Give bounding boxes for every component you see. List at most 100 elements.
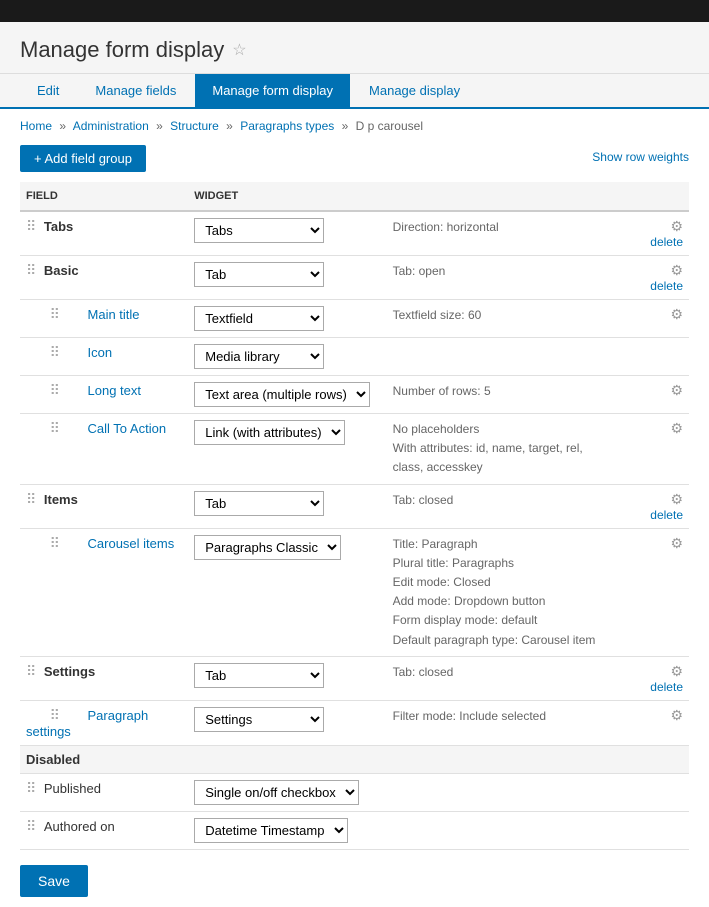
gear-icon[interactable]: ⚙	[670, 420, 683, 436]
table-header-row: FIELD WIDGET	[20, 182, 689, 211]
field-info: Number of rows: 5	[393, 384, 491, 398]
table-row: ⠿ Items Tab Tab: closed ⚙ delete	[20, 484, 689, 528]
tab-manage-form-display[interactable]: Manage form display	[195, 74, 350, 107]
tab-manage-fields[interactable]: Manage fields	[78, 74, 193, 107]
breadcrumb-current: D p carousel	[356, 119, 423, 133]
widget-select-basic[interactable]: Tab	[194, 262, 324, 287]
delete-link[interactable]: delete	[650, 279, 683, 293]
gear-icon[interactable]: ⚙	[670, 306, 683, 322]
drag-handle-icon[interactable]: ⠿	[50, 707, 60, 723]
table-row: ⠿ Settings Tab Tab: closed ⚙ delete	[20, 656, 689, 700]
field-info: Title: ParagraphPlural title: Paragraphs…	[393, 537, 596, 647]
top-bar	[0, 0, 709, 22]
tabs-nav: Edit Manage fields Manage form display M…	[0, 74, 709, 109]
content: Home » Administration » Structure » Para…	[0, 109, 709, 907]
table-row: ⠿ Icon Media library	[20, 338, 689, 376]
show-row-weights-link[interactable]: Show row weights	[592, 150, 689, 164]
field-info: Direction: horizontal	[393, 220, 499, 234]
delete-link[interactable]: delete	[650, 235, 683, 249]
gear-icon[interactable]: ⚙	[670, 535, 683, 551]
field-name: Published	[44, 781, 101, 796]
field-name: Main title	[68, 307, 140, 322]
field-name: Long text	[68, 383, 142, 398]
field-name: Icon	[68, 345, 113, 360]
field-info: Tab: open	[393, 264, 446, 278]
add-field-group-button[interactable]: Add field group	[20, 145, 146, 172]
field-name: Items	[44, 492, 78, 507]
drag-handle-icon[interactable]: ⠿	[50, 344, 60, 360]
disabled-section-row: Disabled	[20, 745, 689, 773]
toolbar-area: Add field group Show row weights	[20, 145, 689, 172]
tab-manage-display[interactable]: Manage display	[352, 74, 477, 107]
field-info: Tab: closed	[393, 665, 454, 679]
drag-handle-icon[interactable]: ⠿	[26, 491, 36, 507]
widget-select-icon[interactable]: Media library	[194, 344, 324, 369]
widget-select-main-title[interactable]: Textfield	[194, 306, 324, 331]
col-widget: WIDGET	[188, 182, 386, 211]
drag-handle-icon[interactable]: ⠿	[50, 382, 60, 398]
field-name: Paragraphsettings	[26, 708, 148, 739]
action-container: ⚙ delete	[628, 262, 683, 293]
drag-handle-icon[interactable]: ⠿	[26, 218, 36, 234]
widget-select-call-to-action[interactable]: Link (with attributes)	[194, 420, 345, 445]
field-name: Call To Action	[68, 421, 167, 436]
delete-link[interactable]: delete	[650, 508, 683, 522]
widget-select-authored-on[interactable]: Datetime Timestamp	[194, 818, 348, 843]
action-container: ⚙ delete	[628, 491, 683, 522]
page-title: Manage form display ☆	[20, 37, 689, 63]
widget-select-items[interactable]: Tab	[194, 491, 324, 516]
breadcrumb-home[interactable]: Home	[20, 119, 52, 133]
table-row: ⠿ Paragraphsettings Settings Filter mode…	[20, 700, 689, 745]
table-row: ⠿ Authored on Datetime Timestamp	[20, 811, 689, 849]
widget-select-carousel-items[interactable]: Paragraphs Classic	[194, 535, 341, 560]
table-row: ⠿ Carousel items Paragraphs Classic Titl…	[20, 528, 689, 656]
gear-icon[interactable]: ⚙	[670, 382, 683, 398]
breadcrumb-structure[interactable]: Structure	[170, 119, 219, 133]
save-button[interactable]: Save	[20, 865, 88, 897]
widget-select-paragraph-settings[interactable]: Settings	[194, 707, 324, 732]
table-row: ⠿ Main title Textfield Textfield size: 6…	[20, 300, 689, 338]
breadcrumb-administration[interactable]: Administration	[73, 119, 149, 133]
field-info: Filter mode: Include selected	[393, 709, 546, 723]
favorite-icon[interactable]: ☆	[232, 40, 246, 60]
table-row: ⠿ Tabs Tabs Direction: horizontal ⚙ dele…	[20, 211, 689, 256]
table-row: ⠿ Published Single on/off checkbox	[20, 773, 689, 811]
drag-handle-icon[interactable]: ⠿	[26, 262, 36, 278]
breadcrumb-paragraphs-types[interactable]: Paragraphs types	[240, 119, 334, 133]
drag-handle-icon[interactable]: ⠿	[50, 306, 60, 322]
delete-link[interactable]: delete	[650, 680, 683, 694]
gear-icon[interactable]: ⚙	[670, 663, 683, 680]
disabled-label: Disabled	[20, 745, 689, 773]
drag-handle-icon[interactable]: ⠿	[26, 663, 36, 679]
table-row: ⠿ Basic Tab Tab: open ⚙ delete	[20, 256, 689, 300]
table-row: ⠿ Call To Action Link (with attributes) …	[20, 414, 689, 485]
widget-select-long-text[interactable]: Text area (multiple rows)	[194, 382, 370, 407]
col-info	[387, 182, 623, 211]
widget-select-published[interactable]: Single on/off checkbox	[194, 780, 359, 805]
field-info: Tab: closed	[393, 493, 454, 507]
table-row: ⠿ Long text Text area (multiple rows) Nu…	[20, 376, 689, 414]
breadcrumb: Home » Administration » Structure » Para…	[20, 119, 689, 133]
drag-handle-icon[interactable]: ⠿	[26, 818, 36, 834]
gear-icon[interactable]: ⚙	[670, 707, 683, 723]
widget-select-tabs[interactable]: Tabs	[194, 218, 324, 243]
field-name: Settings	[44, 664, 95, 679]
field-name: Carousel items	[68, 536, 175, 551]
fields-table-wrapper: FIELD WIDGET ⠿ Tabs Tabs	[20, 182, 689, 850]
col-field: FIELD	[20, 182, 188, 211]
drag-handle-icon[interactable]: ⠿	[26, 780, 36, 796]
field-name: Authored on	[44, 819, 115, 834]
col-actions	[622, 182, 689, 211]
gear-icon[interactable]: ⚙	[670, 262, 683, 279]
gear-icon[interactable]: ⚙	[670, 218, 683, 235]
gear-icon[interactable]: ⚙	[670, 491, 683, 508]
drag-handle-icon[interactable]: ⠿	[50, 535, 60, 551]
widget-select-settings[interactable]: Tab	[194, 663, 324, 688]
tab-edit[interactable]: Edit	[20, 74, 76, 107]
field-info: Textfield size: 60	[393, 308, 482, 322]
field-name: Tabs	[44, 219, 73, 234]
page-header: Manage form display ☆	[0, 22, 709, 74]
drag-handle-icon[interactable]: ⠿	[50, 420, 60, 436]
field-info: No placeholdersWith attributes: id, name…	[393, 422, 583, 474]
action-container: ⚙ delete	[628, 663, 683, 694]
